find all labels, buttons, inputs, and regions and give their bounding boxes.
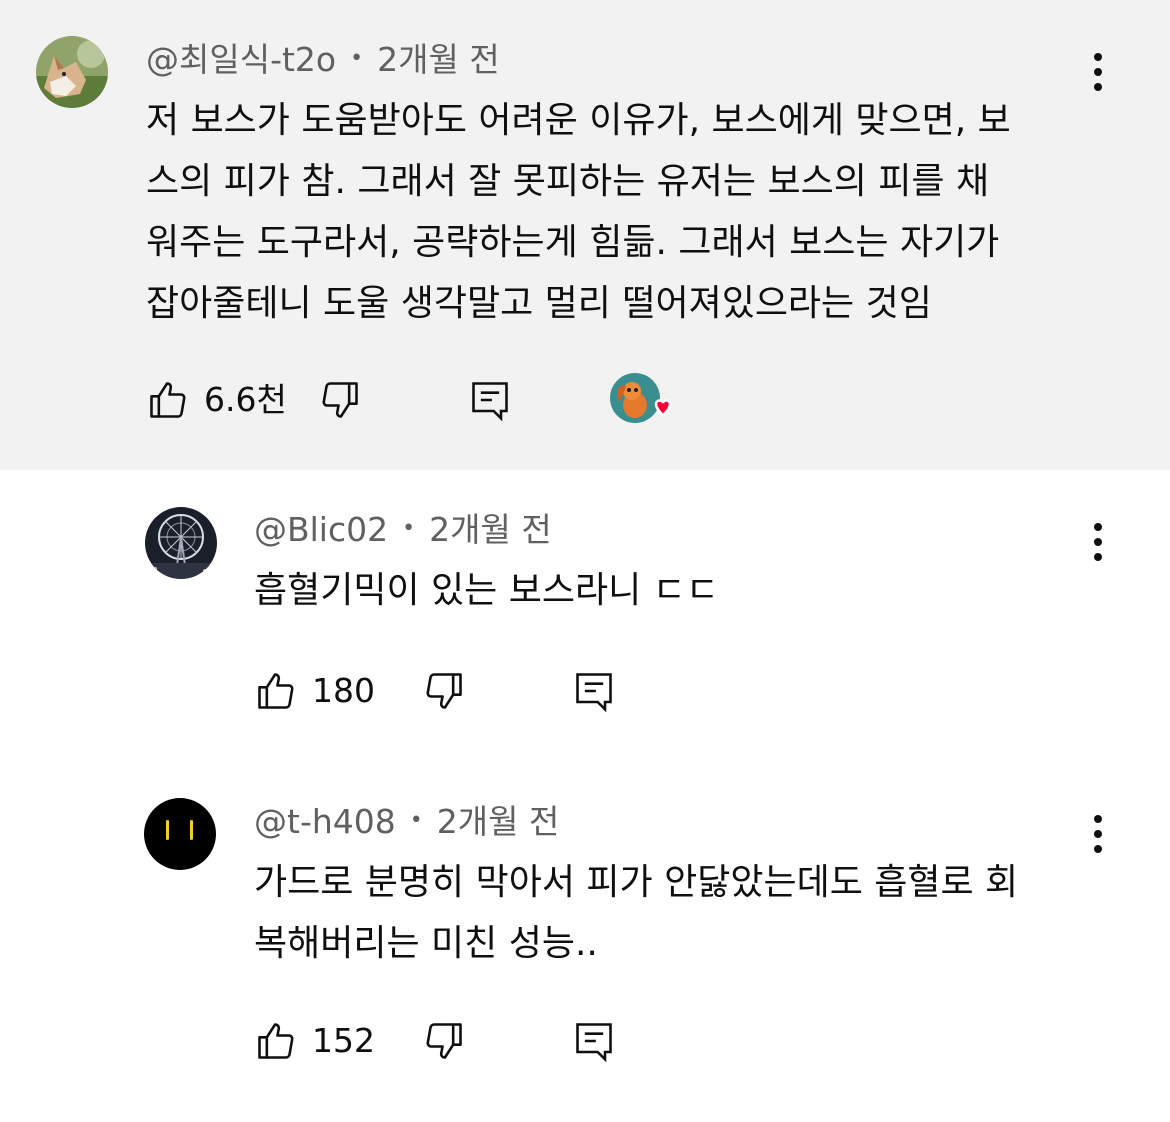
reply-button[interactable] — [572, 1016, 616, 1066]
comment-time: 2개월 전 — [377, 40, 500, 79]
comment-actions: 180 — [254, 666, 654, 716]
thumbs-down-icon — [426, 1023, 462, 1059]
fox-avatar-icon — [36, 36, 108, 108]
comment-item: @Blic02 • 2개월 전 흡혈기믹이 있는 보스라니 ㄷㄷ 180 — [0, 470, 1170, 760]
meta-separator: • — [350, 45, 364, 71]
author-avatar[interactable] — [145, 507, 217, 579]
author-name[interactable]: @Blic02 — [254, 510, 388, 549]
comment-actions: 152 — [254, 1016, 654, 1066]
thumbs-up-icon — [258, 1023, 294, 1059]
comment-meta: @최일식-t2o • 2개월 전 — [146, 40, 500, 82]
reply-button[interactable] — [468, 375, 512, 425]
comment-text: 흡혈기믹이 있는 보스라니 ㄷㄷ — [254, 570, 719, 611]
thumbs-up-icon — [258, 673, 294, 709]
creator-heart[interactable] — [610, 372, 672, 428]
author-avatar[interactable] — [144, 798, 216, 870]
reply-icon — [472, 382, 508, 422]
black-face-avatar-icon — [144, 798, 216, 870]
author-name[interactable]: @최일식-t2o — [146, 40, 336, 79]
comment-item: @t-h408 • 2개월 전 가드로 분명히 막아서 피가 안닳았는데도 흡혈로 … — [0, 760, 1170, 1122]
author-avatar[interactable] — [36, 36, 108, 108]
dot-icon — [1094, 68, 1102, 76]
like-button[interactable]: 152 — [254, 1016, 375, 1066]
reply-icon — [576, 673, 612, 713]
meta-separator: • — [409, 807, 423, 833]
dot-icon — [1094, 53, 1102, 61]
comment-text: 가드로 분명히 막아서 피가 안닳았는데도 흡혈로 회 복해버리는 미친 성능.… — [254, 862, 1019, 964]
comment-meta: @Blic02 • 2개월 전 — [254, 510, 552, 552]
like-button[interactable]: 180 — [254, 666, 375, 716]
dot-icon — [1094, 815, 1102, 823]
comment-time: 2개월 전 — [436, 802, 560, 841]
creator-heart-icon — [610, 373, 672, 423]
dot-icon — [1094, 830, 1102, 838]
dot-icon — [1094, 553, 1102, 561]
thumbs-down-icon — [426, 673, 462, 709]
thumbs-up-icon — [150, 382, 186, 418]
dot-icon — [1094, 523, 1102, 531]
like-button[interactable]: 6.6천 — [146, 375, 287, 425]
like-count: 6.6천 — [204, 380, 287, 419]
like-count: 152 — [312, 1021, 375, 1060]
comment-time: 2개월 전 — [429, 510, 552, 549]
dot-icon — [1094, 538, 1102, 546]
reply-button[interactable] — [572, 666, 616, 716]
like-count: 180 — [312, 671, 375, 710]
author-name[interactable]: @t-h408 — [254, 802, 396, 841]
comment-item: @최일식-t2o • 2개월 전 저 보스가 도움받아도 어려운 이유가, 보스에게… — [0, 0, 1170, 470]
ferris-wheel-avatar-icon — [145, 507, 217, 579]
reply-icon — [576, 1023, 612, 1063]
comment-meta: @t-h408 • 2개월 전 — [254, 802, 559, 844]
comment-actions: 6.6천 — [146, 375, 686, 425]
comment-text: 저 보스가 도움받아도 어려운 이유가, 보스에게 맞으면, 보 스의 피가 참… — [146, 100, 1011, 324]
meta-separator: • — [402, 515, 416, 541]
thumbs-down-icon — [322, 382, 358, 418]
dislike-button[interactable] — [422, 1016, 466, 1066]
dislike-button[interactable] — [318, 375, 362, 425]
dislike-button[interactable] — [422, 666, 466, 716]
more-options-button[interactable] — [1078, 512, 1118, 572]
